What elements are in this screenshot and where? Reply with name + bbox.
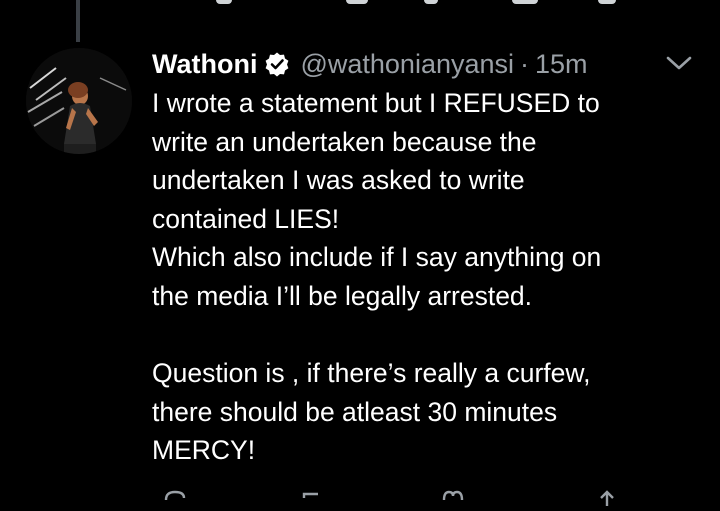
tweet-timestamp[interactable]: 15m xyxy=(535,49,588,80)
chevron-down-icon[interactable] xyxy=(664,50,694,76)
tweet-text: I wrote a statement but I REFUSED to wri… xyxy=(152,88,602,466)
retweet-icon[interactable] xyxy=(300,486,330,506)
like-icon[interactable] xyxy=(438,486,468,506)
separator-dot: · xyxy=(520,48,530,79)
reply-icon[interactable] xyxy=(160,486,190,506)
previous-tweet-fragment xyxy=(0,0,720,6)
tweet-actions xyxy=(152,486,672,506)
share-icon[interactable] xyxy=(592,486,622,506)
avatar[interactable] xyxy=(26,48,132,154)
tweet-header: Wathoni @wathonianyansi · 15m xyxy=(152,44,588,84)
thread-connector-line xyxy=(76,0,80,42)
display-name[interactable]: Wathoni xyxy=(152,49,257,80)
verified-badge-icon xyxy=(264,51,290,77)
user-handle[interactable]: @wathonianyansi xyxy=(300,49,514,80)
